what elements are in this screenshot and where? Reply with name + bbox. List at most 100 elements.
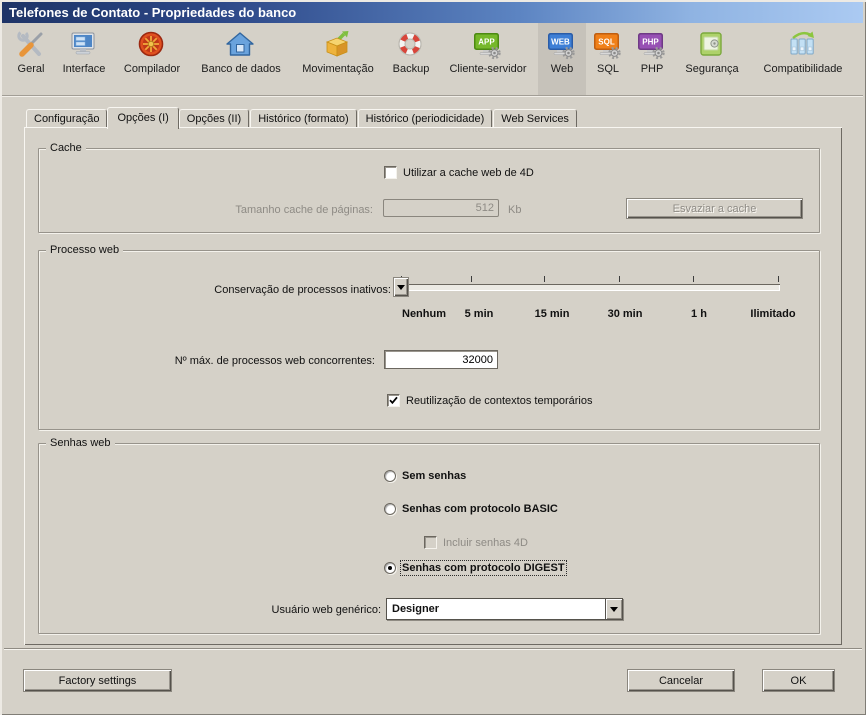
web-passwords-group-legend: Senhas web [46, 436, 115, 450]
generic-web-user-value: Designer [387, 599, 605, 619]
slider-tick [619, 276, 620, 282]
generic-web-user-label: Usuário web genérico: [39, 604, 381, 616]
web-badge-icon: WEB [545, 28, 579, 60]
toolbar-item-php[interactable]: PHP PHP [630, 23, 674, 95]
tab-configuracao[interactable]: Configuração [26, 109, 107, 127]
reuse-contexts-checkbox[interactable] [387, 394, 400, 407]
php-badge-icon: PHP [635, 28, 669, 60]
slider-scale-labels: Nenhum 5 min 15 min 30 min 1 h Ilimitado [397, 308, 780, 322]
inactive-process-slider-thumb[interactable] [393, 277, 409, 297]
toolbar-label: Web [551, 63, 573, 75]
slider-label-30min: 30 min [608, 308, 643, 320]
use-web-cache-checkbox[interactable] [384, 166, 397, 179]
toolbar-label: Segurança [685, 63, 738, 75]
cancel-button[interactable]: Cancelar [627, 669, 735, 692]
tab-historico-periodicidade[interactable]: Histórico (periodicidade) [358, 109, 493, 127]
toolbar-label: Geral [18, 63, 45, 75]
slider-label-nenhum: Nenhum [402, 308, 446, 320]
slider-tick [544, 276, 545, 282]
reuse-contexts-label: Reutilização de contextos temporários [406, 395, 592, 407]
toolbar-divider [2, 95, 863, 97]
toolbar-item-movimentacao[interactable]: Movimentação [292, 23, 384, 95]
toolbar-label: PHP [641, 63, 664, 75]
home-icon [224, 28, 258, 60]
use-web-cache-row: Utilizar a cache web de 4D [384, 166, 534, 179]
tab-panel: Cache Utilizar a cache web de 4D Tamanho… [24, 127, 842, 645]
toolbar-item-web-selected[interactable]: WEB Web [538, 23, 586, 95]
web-process-group-legend: Processo web [46, 243, 123, 257]
tab-opcoes-1-selected[interactable]: Opções (I) [107, 107, 178, 129]
slider-tick [778, 276, 779, 282]
inactive-process-slider-track[interactable] [397, 284, 780, 291]
check-icon [389, 396, 398, 405]
binders-arrow-icon [786, 28, 820, 60]
cache-group-legend: Cache [46, 141, 86, 155]
slider-label-5min: 5 min [465, 308, 494, 320]
basic-passwords-row: Senhas com protocolo BASIC [384, 503, 558, 515]
monitor-icon [67, 28, 101, 60]
compiler-wheel-icon [135, 28, 169, 60]
max-web-processes-input[interactable] [384, 350, 498, 369]
tab-bar: Configuração Opções (I) Opções (II) Hist… [26, 107, 578, 129]
cache-size-label: Tamanho cache de páginas: [39, 204, 373, 216]
titlebar[interactable]: Telefones de Contato - Propriedades do b… [2, 2, 863, 23]
chevron-down-icon [610, 607, 618, 612]
cache-group: Cache Utilizar a cache web de 4D Tamanho… [38, 148, 820, 233]
slider-label-15min: 15 min [535, 308, 570, 320]
toolbar-item-cliente-servidor[interactable]: APP Cliente-servidor [438, 23, 538, 95]
web-badge-text: WEB [551, 38, 570, 47]
no-passwords-radio[interactable] [384, 470, 396, 482]
inactive-process-label: Conservação de processos inativos: [39, 284, 391, 296]
no-passwords-label: Sem senhas [402, 470, 466, 482]
slider-ticks [397, 276, 780, 283]
tab-historico-formato[interactable]: Histórico (formato) [250, 109, 356, 127]
sql-badge-text: SQL [598, 38, 615, 47]
max-web-processes-label: Nº máx. de processos web concorrentes: [39, 355, 375, 367]
toolbar-item-compatibilidade[interactable]: Compatibilidade [750, 23, 856, 95]
box-export-icon [321, 28, 355, 60]
toolbar-item-compilador[interactable]: Compilador [114, 23, 190, 95]
window-title: Telefones de Contato - Propriedades do b… [9, 5, 296, 20]
digest-passwords-row: Senhas com protocolo DIGEST [384, 562, 565, 574]
combobox-dropdown-button[interactable] [605, 599, 622, 619]
use-web-cache-label: Utilizar a cache web de 4D [403, 167, 534, 179]
lifebuoy-icon [394, 28, 428, 60]
generic-web-user-combobox[interactable]: Designer [386, 598, 623, 620]
app-badge-icon: APP [471, 28, 505, 60]
tab-opcoes-2[interactable]: Opções (II) [179, 109, 249, 127]
app-badge-text: APP [478, 38, 495, 47]
include-4d-passwords-label: Incluir senhas 4D [443, 537, 528, 549]
php-badge-text: PHP [642, 38, 659, 47]
toolbar-label: SQL [597, 63, 619, 75]
toolbar-label: Backup [393, 63, 430, 75]
toolbar-label: Cliente-servidor [449, 63, 526, 75]
include-4d-passwords-checkbox [424, 536, 437, 549]
slider-tick [693, 276, 694, 282]
cache-size-unit: Kb [508, 204, 521, 216]
toolbar-label: Movimentação [302, 63, 374, 75]
no-passwords-row: Sem senhas [384, 470, 466, 482]
slider-label-ilimitado: Ilimitado [750, 308, 795, 320]
factory-settings-button[interactable]: Factory settings [23, 669, 172, 692]
toolbar-item-interface[interactable]: Interface [54, 23, 114, 95]
basic-passwords-radio[interactable] [384, 503, 396, 515]
digest-passwords-radio[interactable] [384, 562, 396, 574]
tools-icon [14, 28, 48, 60]
toolbar-item-backup[interactable]: Backup [384, 23, 438, 95]
tab-web-services[interactable]: Web Services [493, 109, 577, 127]
digest-passwords-label: Senhas com protocolo DIGEST [402, 562, 565, 574]
safe-icon [695, 28, 729, 60]
cache-size-input [383, 199, 499, 217]
toolbar-item-geral[interactable]: Geral [8, 23, 54, 95]
toolbar-item-banco-de-dados[interactable]: Banco de dados [190, 23, 292, 95]
toolbar-label: Interface [63, 63, 106, 75]
web-process-group: Processo web Conservação de processos in… [38, 250, 820, 430]
dialog-window: Telefones de Contato - Propriedades do b… [0, 0, 866, 715]
footer-divider [4, 648, 862, 650]
web-passwords-group: Senhas web Sem senhas Senhas com protoco… [38, 443, 820, 634]
toolbar-label: Compilador [124, 63, 180, 75]
ok-button[interactable]: OK [762, 669, 835, 692]
slider-tick [471, 276, 472, 282]
toolbar-item-seguranca[interactable]: Segurança [674, 23, 750, 95]
toolbar-item-sql[interactable]: SQL SQL [586, 23, 630, 95]
